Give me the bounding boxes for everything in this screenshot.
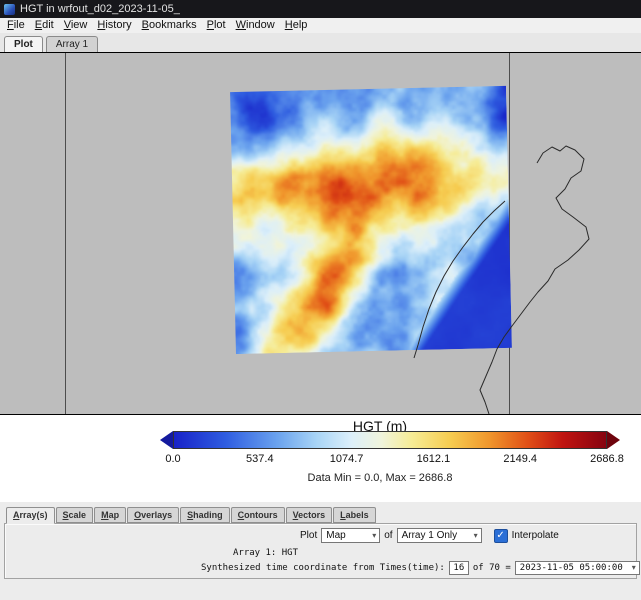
tab-overlays[interactable]: Overlays <box>127 507 179 523</box>
menu-plot[interactable]: Plot <box>202 18 231 33</box>
tab-labels[interactable]: Labels <box>333 507 376 523</box>
colorbar-left-arrow-icon <box>160 431 173 449</box>
plot-label: Plot <box>300 530 317 541</box>
menu-edit[interactable]: Edit <box>30 18 59 33</box>
menu-file[interactable]: File <box>2 18 30 33</box>
array-info-label: Array 1: HGT <box>233 548 298 558</box>
chevron-down-icon: ▾ <box>372 532 376 540</box>
tab-scale[interactable]: Scale <box>56 507 94 523</box>
titlebar: HGT in wrfout_d02_2023-11-05_ <box>0 0 641 18</box>
controls-panel: Array(s) Scale Map Overlays Shading Cont… <box>0 502 641 600</box>
array-scope-combo[interactable]: Array 1 Only ▾ <box>397 528 482 543</box>
plot-type-combo[interactable]: Map ▾ <box>321 528 380 543</box>
menu-history[interactable]: History <box>92 18 136 33</box>
menu-bookmarks[interactable]: Bookmarks <box>137 18 202 33</box>
plot-window-tabs: Plot Array 1 <box>0 33 641 52</box>
map-gridline-left <box>65 53 66 414</box>
colorbar-right-arrow-icon <box>607 431 620 449</box>
tab-vectors[interactable]: Vectors <box>286 507 333 523</box>
chevron-down-icon: ▾ <box>632 564 636 572</box>
menu-window[interactable]: Window <box>231 18 280 33</box>
colorbar-tick: 1074.7 <box>330 453 364 465</box>
colorbar-ticks: 0.0 537.4 1074.7 1612.1 2149.4 2686.8 <box>173 453 607 466</box>
tab-shading[interactable]: Shading <box>180 507 230 523</box>
controls-box: Plot Map ▾ of Array 1 Only ▾ Interpolate… <box>4 523 637 579</box>
chevron-down-icon: ▾ <box>474 532 478 540</box>
menu-view[interactable]: View <box>59 18 93 33</box>
time-coordinate-label: Synthesized time coordinate from Times(t… <box>201 563 445 573</box>
colorbar <box>160 431 620 449</box>
colorbar-tick: 1612.1 <box>417 453 451 465</box>
time-value-combo[interactable]: 2023-11-05 05:00:00 ▾ <box>515 561 640 575</box>
panoply-window: HGT in wrfout_d02_2023-11-05_ File Edit … <box>0 0 641 600</box>
hgt-heatmap-canvas <box>230 86 512 354</box>
legend-area: HGT (m) 0.0 537.4 1074.7 1612.1 2149.4 2… <box>0 415 641 502</box>
colorbar-tick: 2686.8 <box>590 453 624 465</box>
of-label: of <box>384 530 392 541</box>
tab-array-1[interactable]: Array 1 <box>46 36 98 52</box>
time-total-label: of 70 = <box>473 563 511 573</box>
tab-arrays[interactable]: Array(s) <box>6 507 55 524</box>
app-icon <box>4 4 15 15</box>
tab-plot[interactable]: Plot <box>4 36 43 52</box>
wrf-domain-patch <box>230 86 512 354</box>
map-plot-area[interactable] <box>0 52 641 415</box>
colorbar-tick: 537.4 <box>246 453 274 465</box>
menubar: File Edit View History Bookmarks Plot Wi… <box>0 18 641 33</box>
window-title: HGT in wrfout_d02_2023-11-05_ <box>20 0 180 18</box>
colorbar-tick: 2149.4 <box>503 453 537 465</box>
time-index-field[interactable]: 16 <box>449 561 469 575</box>
colorbar-gradient <box>173 431 607 449</box>
interpolate-label: Interpolate <box>512 530 559 541</box>
controls-tabs: Array(s) Scale Map Overlays Shading Cont… <box>0 507 641 523</box>
tab-map[interactable]: Map <box>94 507 126 523</box>
interpolate-checkbox[interactable] <box>494 529 508 543</box>
menu-help[interactable]: Help <box>280 18 313 33</box>
colorbar-tick: 0.0 <box>165 453 180 465</box>
tab-contours[interactable]: Contours <box>231 507 285 523</box>
data-range-label: Data Min = 0.0, Max = 2686.8 <box>140 472 620 484</box>
